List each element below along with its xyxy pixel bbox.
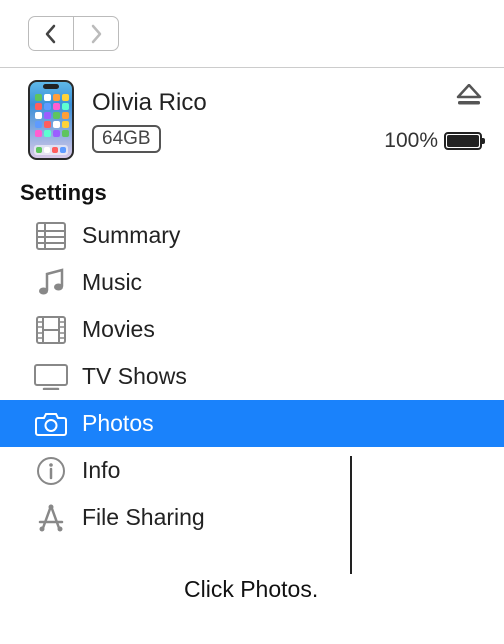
eject-icon xyxy=(456,84,482,106)
callout-line xyxy=(350,456,352,574)
movies-icon xyxy=(34,313,68,347)
sidebar-item-filesharing[interactable]: File Sharing xyxy=(0,494,504,541)
sidebar-item-photos[interactable]: Photos xyxy=(0,400,504,447)
device-name: Olivia Rico xyxy=(92,89,384,117)
chevron-left-icon xyxy=(44,24,58,44)
tv-icon xyxy=(34,360,68,394)
back-button[interactable] xyxy=(28,16,74,51)
sidebar-item-info[interactable]: Info xyxy=(0,447,504,494)
device-thumbnail xyxy=(28,80,74,160)
section-title: Settings xyxy=(0,168,504,212)
sidebar-item-music[interactable]: Music xyxy=(0,259,504,306)
menu-label: Movies xyxy=(82,316,155,343)
summary-icon xyxy=(34,219,68,253)
music-icon xyxy=(34,266,68,300)
device-header: Olivia Rico 64GB 100% xyxy=(0,68,504,168)
sidebar-item-summary[interactable]: Summary xyxy=(0,212,504,259)
eject-button[interactable] xyxy=(456,84,482,111)
menu-label: Music xyxy=(82,269,142,296)
toolbar xyxy=(0,0,504,68)
menu-label: Photos xyxy=(82,410,154,437)
sidebar-item-movies[interactable]: Movies xyxy=(0,306,504,353)
storage-badge: 64GB xyxy=(92,125,161,153)
battery-status: 100% xyxy=(384,129,482,153)
chevron-right-icon xyxy=(89,24,103,44)
info-icon xyxy=(34,454,68,488)
callout-text: Click Photos. xyxy=(184,576,318,603)
device-info: Olivia Rico 64GB xyxy=(92,87,384,153)
battery-icon xyxy=(444,132,482,150)
apps-icon xyxy=(34,501,68,535)
menu-label: Info xyxy=(82,457,120,484)
menu-label: Summary xyxy=(82,222,180,249)
camera-icon xyxy=(34,407,68,441)
sidebar-item-tvshows[interactable]: TV Shows xyxy=(0,353,504,400)
battery-percent: 100% xyxy=(384,129,438,153)
forward-button[interactable] xyxy=(73,16,119,51)
menu-label: File Sharing xyxy=(82,504,205,531)
menu-label: TV Shows xyxy=(82,363,187,390)
